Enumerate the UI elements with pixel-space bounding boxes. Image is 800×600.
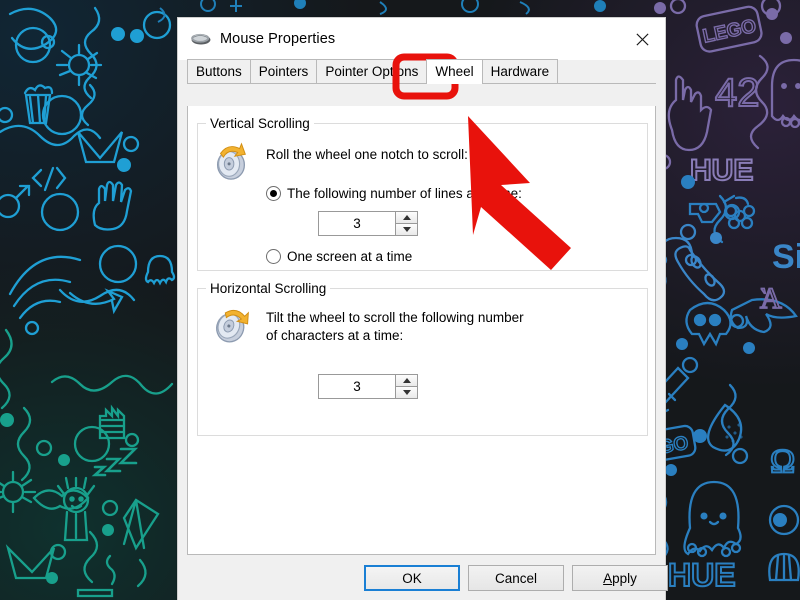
radio-one-screen-label: One screen at a time [287,249,413,264]
radio-lines-at-a-time[interactable]: The following number of lines at a time: [266,186,522,201]
tab-buttons[interactable]: Buttons [187,59,251,83]
characters-spinner[interactable]: 3 [318,374,418,399]
dialog-title: Mouse Properties [220,31,336,47]
svg-text:HUE: HUE [668,557,736,593]
tab-pointers[interactable]: Pointers [249,59,318,83]
apply-rest: pply [612,570,637,586]
lines-spin-buttons [395,211,418,236]
characters-spin-up-button[interactable] [395,374,418,387]
horizontal-scrolling-title: Horizontal Scrolling [206,281,331,296]
desktop: LEGO 42 HUE GO Ω HUE Ὰ Si Mouse Properti… [0,0,800,600]
radio-one-screen-indicator [266,249,281,264]
mouse-properties-dialog: Mouse Properties Buttons Pointers Pointe… [177,17,668,600]
close-icon[interactable] [619,18,665,60]
lines-spinner[interactable]: 3 [318,211,418,236]
horizontal-scrolling-description-line1: Tilt the wheel to scroll the following n… [266,310,524,325]
horizontal-scrolling-description-line2: of characters at a time: [266,328,404,343]
mouse-icon [191,33,211,45]
tab-strip: Buttons Pointers Pointer Options Wheel H… [187,59,656,84]
ok-button[interactable]: OK [364,565,460,591]
wheel-tab-page: Vertical Scrolling Roll the wheel one no… [187,106,656,555]
mouse-wheel-vertical-icon [216,142,246,180]
tab-pointer-options[interactable]: Pointer Options [316,59,428,83]
characters-value[interactable]: 3 [318,374,395,399]
apply-accelerator: A [603,570,613,586]
vertical-scrolling-group: Vertical Scrolling Roll the wheel one no… [197,116,648,271]
chevron-down-icon [402,227,411,232]
lines-value[interactable]: 3 [318,211,395,236]
cancel-button[interactable]: Cancel [468,565,564,591]
vertical-scrolling-title: Vertical Scrolling [206,116,314,131]
tab-wheel[interactable]: Wheel [426,59,483,84]
horizontal-scrolling-group: Horizontal Scrolling Tilt the wheel to s… [197,281,648,436]
radio-lines-indicator [266,186,281,201]
characters-spin-buttons [395,374,418,399]
chevron-up-icon [402,215,411,220]
mouse-wheel-horizontal-icon [216,309,249,343]
characters-spin-down-button[interactable] [395,387,418,399]
svg-text:42: 42 [715,71,760,115]
svg-text:HUE: HUE [690,154,753,187]
chevron-down-icon [402,390,411,395]
apply-button[interactable]: Apply [572,565,668,591]
svg-text:Si: Si [772,238,800,276]
lines-spin-down-button[interactable] [395,224,418,236]
tab-hardware[interactable]: Hardware [481,59,559,83]
svg-text:Ω: Ω [770,443,795,480]
vertical-scrolling-description: Roll the wheel one notch to scroll: [266,147,468,162]
radio-one-screen-at-a-time[interactable]: One screen at a time [266,249,412,264]
dialog-titlebar: Mouse Properties [178,18,665,60]
svg-text:Ὰ: Ὰ [760,282,782,315]
chevron-up-icon [402,378,411,383]
dialog-footer: OK Cancel Apply [178,562,668,600]
close-x-glyph [635,32,649,46]
radio-lines-label: The following number of lines at a time: [287,186,522,201]
lines-spin-up-button[interactable] [395,211,418,224]
